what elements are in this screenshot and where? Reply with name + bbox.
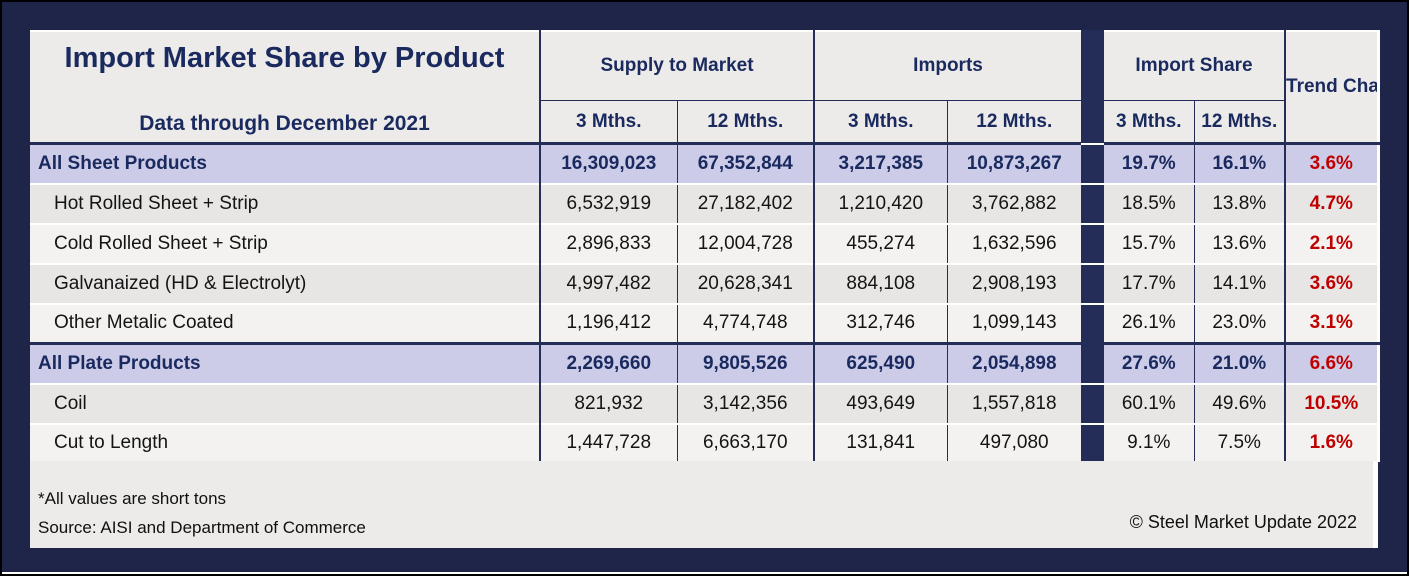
column-header-supply-12mths: 12 Mths. xyxy=(677,101,814,144)
cell-imports-3mths: 493,649 xyxy=(814,384,947,424)
column-header-imports-12mths: 12 Mths. xyxy=(947,101,1081,144)
row-label: All Plate Products xyxy=(30,344,540,384)
group-divider xyxy=(1081,264,1104,304)
cell-trend-change: 1.6% xyxy=(1285,424,1378,464)
cell-imports-3mths: 131,841 xyxy=(814,424,947,464)
cell-imports-12mths: 1,632,596 xyxy=(947,224,1081,264)
cell-supply-3mths: 1,196,412 xyxy=(540,304,677,344)
cell-trend-change: 6.6% xyxy=(1285,344,1378,384)
column-group-imports: Imports xyxy=(814,31,1081,101)
cell-share-3mths: 27.6% xyxy=(1104,344,1194,384)
row-label: Other Metalic Coated xyxy=(30,304,540,344)
cell-imports-3mths: 455,274 xyxy=(814,224,947,264)
cell-supply-3mths: 1,447,728 xyxy=(540,424,677,464)
cell-imports-3mths: 312,746 xyxy=(814,304,947,344)
cell-share-3mths: 17.7% xyxy=(1104,264,1194,304)
cell-imports-12mths: 10,873,267 xyxy=(947,144,1081,184)
cell-trend-change: 2.1% xyxy=(1285,224,1378,264)
row-label: Galvanaized (HD & Electrolyt) xyxy=(30,264,540,304)
cell-imports-3mths: 3,217,385 xyxy=(814,144,947,184)
row-label: All Sheet Products xyxy=(30,144,540,184)
cell-supply-12mths: 4,774,748 xyxy=(677,304,814,344)
table-row-cut-to-length: Cut to Length 1,447,728 6,663,170 131,84… xyxy=(30,424,1378,464)
cell-share-3mths: 18.5% xyxy=(1104,184,1194,224)
cell-share-12mths: 49.6% xyxy=(1194,384,1285,424)
cell-imports-12mths: 3,762,882 xyxy=(947,184,1081,224)
cell-imports-12mths: 1,557,818 xyxy=(947,384,1081,424)
cell-imports-12mths: 2,908,193 xyxy=(947,264,1081,304)
column-header-share-12mths: 12 Mths. xyxy=(1194,101,1285,144)
table-row-hot-rolled: Hot Rolled Sheet + Strip 6,532,919 27,18… xyxy=(30,184,1378,224)
column-group-import-share: Import Share xyxy=(1104,31,1285,101)
group-divider xyxy=(1081,31,1104,144)
column-group-supply-to-market: Supply to Market xyxy=(540,31,814,101)
cell-supply-3mths: 4,997,482 xyxy=(540,264,677,304)
table-row-all-plate-products: All Plate Products 2,269,660 9,805,526 6… xyxy=(30,344,1378,384)
group-divider xyxy=(1081,424,1104,464)
column-header-share-3mths: 3 Mths. xyxy=(1104,101,1194,144)
cell-share-12mths: 23.0% xyxy=(1194,304,1285,344)
cell-supply-3mths: 16,309,023 xyxy=(540,144,677,184)
cell-share-12mths: 14.1% xyxy=(1194,264,1285,304)
column-header-supply-3mths: 3 Mths. xyxy=(540,101,677,144)
table-row-coil: Coil 821,932 3,142,356 493,649 1,557,818… xyxy=(30,384,1378,424)
column-header-trend-change: Trend Change xyxy=(1285,31,1378,144)
cell-share-3mths: 15.7% xyxy=(1104,224,1194,264)
title-cell: Import Market Share by Product Data thro… xyxy=(30,31,540,144)
cell-supply-3mths: 2,269,660 xyxy=(540,344,677,384)
footer-panel: *All values are short tons Source: AISI … xyxy=(30,461,1378,548)
cell-supply-3mths: 2,896,833 xyxy=(540,224,677,264)
table-row-other-metallic: Other Metalic Coated 1,196,412 4,774,748… xyxy=(30,304,1378,344)
import-market-share-table: Import Market Share by Product Data thro… xyxy=(30,30,1380,465)
cell-share-3mths: 26.1% xyxy=(1104,304,1194,344)
row-label: Cut to Length xyxy=(30,424,540,464)
cell-supply-12mths: 12,004,728 xyxy=(677,224,814,264)
cell-supply-12mths: 3,142,356 xyxy=(677,384,814,424)
cell-share-12mths: 21.0% xyxy=(1194,344,1285,384)
cell-supply-3mths: 821,932 xyxy=(540,384,677,424)
cell-trend-change: 3.6% xyxy=(1285,144,1378,184)
cell-share-12mths: 7.5% xyxy=(1194,424,1285,464)
cell-share-12mths: 13.6% xyxy=(1194,224,1285,264)
cell-trend-change: 4.7% xyxy=(1285,184,1378,224)
cell-trend-change: 10.5% xyxy=(1285,384,1378,424)
table-header-group-row: Import Market Share by Product Data thro… xyxy=(30,31,1378,101)
cell-supply-12mths: 6,663,170 xyxy=(677,424,814,464)
table-row-galvanized: Galvanaized (HD & Electrolyt) 4,997,482 … xyxy=(30,264,1378,304)
footnote-units: *All values are short tons xyxy=(30,484,1373,513)
cell-share-12mths: 16.1% xyxy=(1194,144,1285,184)
table-row-cold-rolled: Cold Rolled Sheet + Strip 2,896,833 12,0… xyxy=(30,224,1378,264)
cell-share-3mths: 19.7% xyxy=(1104,144,1194,184)
row-label: Coil xyxy=(30,384,540,424)
page-subtitle: Data through December 2021 xyxy=(38,112,531,136)
cell-share-3mths: 60.1% xyxy=(1104,384,1194,424)
group-divider xyxy=(1081,344,1104,384)
group-divider xyxy=(1081,384,1104,424)
cell-supply-12mths: 9,805,526 xyxy=(677,344,814,384)
column-header-imports-3mths: 3 Mths. xyxy=(814,101,947,144)
group-divider xyxy=(1081,304,1104,344)
cell-imports-3mths: 1,210,420 xyxy=(814,184,947,224)
group-divider xyxy=(1081,144,1104,184)
group-divider xyxy=(1081,184,1104,224)
cell-imports-12mths: 1,099,143 xyxy=(947,304,1081,344)
cell-supply-12mths: 20,628,341 xyxy=(677,264,814,304)
cell-trend-change: 3.6% xyxy=(1285,264,1378,304)
cell-share-12mths: 13.8% xyxy=(1194,184,1285,224)
cell-imports-12mths: 497,080 xyxy=(947,424,1081,464)
page-title: Import Market Share by Product xyxy=(38,42,531,75)
table-row-all-sheet-products: All Sheet Products 16,309,023 67,352,844… xyxy=(30,144,1378,184)
cell-imports-12mths: 2,054,898 xyxy=(947,344,1081,384)
cell-trend-change: 3.1% xyxy=(1285,304,1378,344)
cell-supply-12mths: 27,182,402 xyxy=(677,184,814,224)
cell-supply-12mths: 67,352,844 xyxy=(677,144,814,184)
row-label: Cold Rolled Sheet + Strip xyxy=(30,224,540,264)
cell-share-3mths: 9.1% xyxy=(1104,424,1194,464)
cell-supply-3mths: 6,532,919 xyxy=(540,184,677,224)
copyright-text: © Steel Market Update 2022 xyxy=(1130,512,1357,533)
group-divider xyxy=(1081,224,1104,264)
row-label: Hot Rolled Sheet + Strip xyxy=(30,184,540,224)
cell-imports-3mths: 884,108 xyxy=(814,264,947,304)
cell-imports-3mths: 625,490 xyxy=(814,344,947,384)
